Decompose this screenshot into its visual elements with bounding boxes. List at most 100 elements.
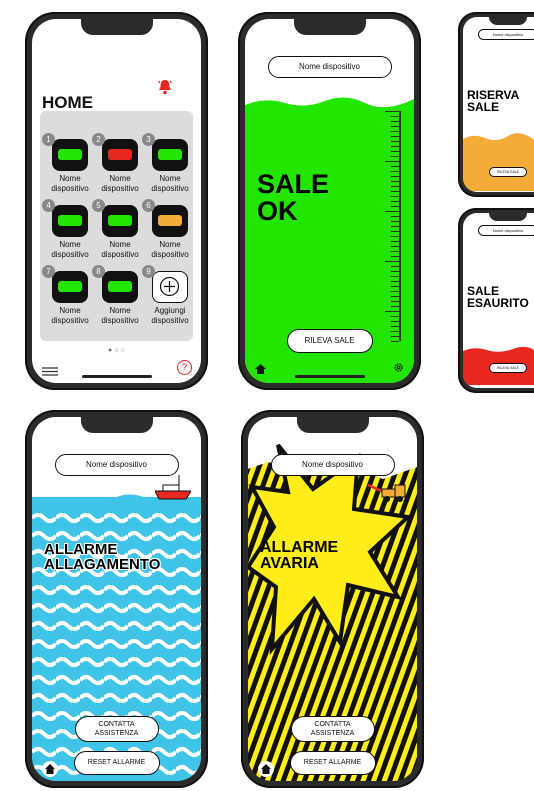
bell-icon[interactable]: [158, 79, 172, 95]
device-icon: [52, 205, 88, 237]
add-device-tile[interactable]: 9 Aggiungi dispositivo: [142, 265, 194, 325]
phone-allagamento: Nome dispositivo ALLARME ALLAGAMENTO CON…: [25, 410, 208, 788]
notch: [489, 213, 527, 221]
status-title: SALE ESAURITO: [467, 285, 529, 309]
contact-support-button[interactable]: CONTATTA ASSISTENZA: [290, 716, 375, 742]
status-title: ALLARME AVARIA: [260, 540, 338, 572]
device-icon: [102, 205, 138, 237]
ruler-tick: [391, 126, 399, 127]
ruler-tick: [391, 236, 399, 237]
device-number: 7: [42, 265, 55, 278]
device-name-field[interactable]: Nome dispositivo: [54, 454, 179, 476]
home-icon[interactable]: [255, 361, 266, 379]
ruler-tick: [391, 246, 399, 247]
ruler-tick: [391, 226, 399, 227]
level-ruler: [399, 111, 401, 341]
device-number: 5: [92, 199, 105, 212]
ruler-tick: [391, 321, 399, 322]
device-tile[interactable]: 3 Nome dispositivo: [142, 133, 194, 193]
ruler-tick: [391, 336, 399, 337]
ruler-tick: [391, 281, 399, 282]
ruler-tick: [391, 301, 399, 302]
ruler-tick: [391, 136, 399, 137]
status-led: [108, 281, 132, 292]
ruler-tick: [391, 191, 399, 192]
phone-home: HOME 1 Nome dispositivo 2 Nome dispositi…: [25, 12, 208, 390]
status-title-line2: ESAURITO: [467, 296, 529, 310]
device-number: 4: [42, 199, 55, 212]
notch: [80, 19, 153, 35]
ruler-tick: [391, 146, 399, 147]
device-number: 3: [142, 133, 155, 146]
home-icon[interactable]: [258, 761, 274, 777]
status-led: [158, 215, 182, 226]
gear-icon[interactable]: [393, 360, 404, 378]
device-name-field[interactable]: Nome dispositivo: [478, 225, 534, 236]
riserva-screen: Nome dispositivo RISERVA SALE RILEVA SAL…: [463, 17, 534, 192]
ruler-tick: [391, 196, 399, 197]
device-tile[interactable]: 5 Nome dispositivo: [92, 199, 144, 259]
ruler-tick: [385, 211, 399, 212]
device-label: Nome dispositivo: [151, 240, 189, 259]
sale-ok-screen: Nome dispositivo SALE OK RILEVA SALE: [245, 19, 414, 383]
status-led: [158, 149, 182, 160]
home-screen: HOME 1 Nome dispositivo 2 Nome dispositi…: [32, 19, 201, 383]
device-label: Nome dispositivo: [101, 306, 139, 325]
reset-alarm-button[interactable]: RESET ALLARME: [73, 751, 160, 775]
device-name-field[interactable]: Nome dispositivo: [270, 454, 395, 476]
status-title: RISERVA SALE: [467, 89, 519, 113]
reset-alarm-button[interactable]: RESET ALLARME: [289, 751, 376, 775]
contact-support-button[interactable]: CONTATTA ASSISTENZA: [74, 716, 159, 742]
ruler-tick: [391, 201, 399, 202]
device-tile[interactable]: 2 Nome dispositivo: [92, 133, 144, 193]
device-name-field[interactable]: Nome dispositivo: [267, 56, 392, 78]
ruler-tick: [385, 311, 399, 312]
device-tile[interactable]: 1 Nome dispositivo: [42, 133, 94, 193]
status-led: [108, 215, 132, 226]
ruler-tick: [391, 341, 399, 342]
ruler-tick: [391, 171, 399, 172]
device-label: Nome dispositivo: [51, 240, 89, 259]
home-icon[interactable]: [468, 379, 474, 388]
home-icon[interactable]: [42, 761, 58, 777]
hamburger-icon[interactable]: [42, 363, 58, 376]
device-number: 2: [92, 133, 105, 146]
ruler-tick: [391, 121, 399, 122]
status-title: ALLARME ALLAGAMENTO: [44, 542, 160, 572]
device-tile[interactable]: 4 Nome dispositivo: [42, 199, 94, 259]
device-label: Nome dispositivo: [51, 306, 89, 325]
plus-icon: [152, 271, 188, 303]
device-number: 8: [92, 265, 105, 278]
ruler-tick: [391, 271, 399, 272]
device-icon: [102, 271, 138, 303]
ruler-tick: [385, 111, 399, 112]
status-title: SALE OK: [257, 171, 329, 225]
device-label: Nome dispositivo: [51, 174, 89, 193]
rileva-sale-button[interactable]: RILEVA SALE: [489, 363, 527, 373]
ruler-tick: [391, 156, 399, 157]
truck-icon: [366, 479, 408, 510]
ruler-tick: [391, 221, 399, 222]
device-icon: [152, 139, 188, 171]
notch: [489, 17, 527, 25]
ruler-tick: [391, 216, 399, 217]
device-icon: [52, 271, 88, 303]
status-led: [108, 149, 132, 160]
status-title-line1: SALE: [257, 169, 330, 199]
add-device-label: Aggiungi dispositivo: [151, 306, 189, 325]
question-icon[interactable]: ?: [177, 360, 192, 375]
home-icon[interactable]: [468, 183, 474, 192]
device-icon: [102, 139, 138, 171]
ruler-tick: [391, 166, 399, 167]
ruler-tick: [391, 286, 399, 287]
ruler-tick: [391, 186, 399, 187]
rileva-sale-button[interactable]: RILEVA SALE: [489, 167, 527, 177]
device-name-field[interactable]: Nome dispositivo: [478, 29, 534, 40]
ruler-tick: [391, 151, 399, 152]
ruler-tick: [391, 266, 399, 267]
device-tile[interactable]: 7 Nome dispositivo: [42, 265, 94, 325]
rileva-sale-button[interactable]: RILEVA SALE: [286, 329, 373, 353]
device-tile[interactable]: 8 Nome dispositivo: [92, 265, 144, 325]
salt-level-fill: [463, 133, 534, 191]
device-tile[interactable]: 6 Nome dispositivo: [142, 199, 194, 259]
